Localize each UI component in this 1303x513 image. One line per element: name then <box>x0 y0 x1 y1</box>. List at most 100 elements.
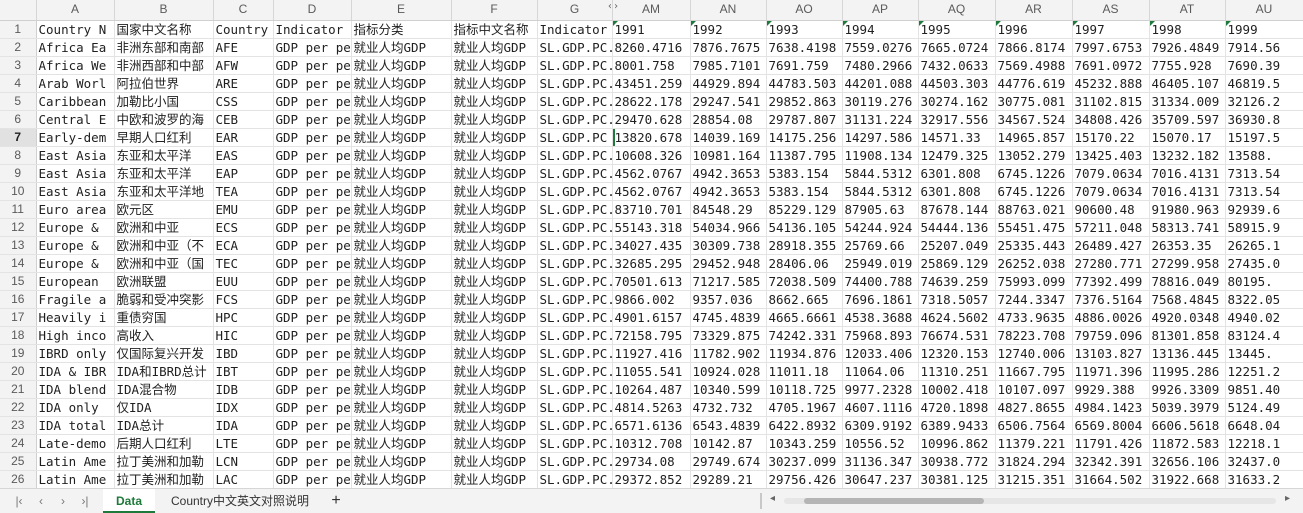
cell[interactable]: 29749.674 <box>690 452 767 471</box>
cell[interactable]: 6422.8932 <box>766 416 843 435</box>
cell[interactable]: GDP per pe <box>273 434 352 453</box>
cell[interactable]: 1993 <box>766 20 843 39</box>
cell[interactable]: EUU <box>213 272 274 291</box>
column-header[interactable]: AR <box>995 0 1073 21</box>
cell[interactable]: 7244.3347 <box>995 290 1073 309</box>
table-row[interactable]: 7 Early-dem 早期人口红利 EAR GDP per pe 就业人均GDP 就业人均… <box>0 128 1303 147</box>
cell[interactable]: GDP per pe <box>273 398 352 417</box>
cell[interactable]: IDA only <box>36 398 115 417</box>
cell[interactable]: Heavily i <box>36 308 115 327</box>
cell[interactable]: 7432.0633 <box>918 56 996 75</box>
cell[interactable]: LCN <box>213 452 274 471</box>
cell[interactable]: 就业人均GDP <box>351 92 452 111</box>
cell[interactable]: GDP per pe <box>273 380 352 399</box>
row-header[interactable]: 16 <box>0 290 37 309</box>
cell[interactable]: 57211.048 <box>1072 218 1150 237</box>
cell[interactable]: 11064.06 <box>842 362 919 381</box>
cell[interactable]: 就业人均GDP <box>451 344 538 363</box>
cell[interactable]: 就业人均GDP <box>451 308 538 327</box>
cell[interactable]: GDP per pe <box>273 290 352 309</box>
cell[interactable]: 14965.857 <box>995 128 1073 147</box>
cell[interactable]: 73329.875 <box>690 326 767 345</box>
cell[interactable]: 11908.134 <box>842 146 919 165</box>
cell[interactable]: 就业人均GDP <box>451 416 538 435</box>
cell[interactable]: 高收入 <box>114 326 214 345</box>
cell[interactable]: 58313.741 <box>1149 218 1226 237</box>
cell[interactable]: 25949.019 <box>842 254 919 273</box>
cell[interactable]: ECA <box>213 236 274 255</box>
cell[interactable]: East Asia <box>36 182 115 201</box>
cell[interactable]: 就业人均GDP <box>451 326 538 345</box>
cell[interactable]: 4562.0767 <box>612 164 691 183</box>
cell[interactable]: 92939.6 <box>1225 200 1303 219</box>
table-row[interactable]: 3 Africa We 非洲西部和中部 AFW GDP per pe 就业人均GDP 就业人… <box>0 56 1303 75</box>
cell[interactable]: European <box>36 272 115 291</box>
cell[interactable]: 77392.499 <box>1072 272 1150 291</box>
cell[interactable]: 34027.435 <box>612 236 691 255</box>
cell[interactable]: 6543.4839 <box>690 416 767 435</box>
cell[interactable]: 就业人均GDP <box>351 254 452 273</box>
cell[interactable]: 就业人均GDP <box>351 38 452 57</box>
row-header[interactable]: 8 <box>0 146 37 165</box>
cell[interactable]: East Asia <box>36 164 115 183</box>
cell[interactable]: 35709.597 <box>1149 110 1226 129</box>
cell[interactable]: GDP per pe <box>273 182 352 201</box>
cell[interactable]: 46819.5 <box>1225 74 1303 93</box>
cell[interactable]: 就业人均GDP <box>351 164 452 183</box>
cell[interactable]: 5124.49 <box>1225 398 1303 417</box>
cell[interactable]: 12740.006 <box>995 344 1073 363</box>
scrollbar-thumb[interactable] <box>804 498 984 504</box>
cell[interactable]: 10556.52 <box>842 434 919 453</box>
column-header[interactable]: AN <box>690 0 767 21</box>
column-header[interactable]: F <box>451 0 538 21</box>
cell[interactable]: 10264.487 <box>612 380 691 399</box>
cell[interactable]: 就业人均GDP <box>451 290 538 309</box>
cell[interactable]: 30119.276 <box>842 92 919 111</box>
cell[interactable]: 78223.708 <box>995 326 1073 345</box>
cell[interactable]: 7568.4845 <box>1149 290 1226 309</box>
cell[interactable]: 10924.028 <box>690 362 767 381</box>
cell[interactable]: 26265.1 <box>1225 236 1303 255</box>
cell[interactable]: 12033.406 <box>842 344 919 363</box>
cell[interactable]: 13232.182 <box>1149 146 1226 165</box>
cell[interactable]: 26353.35 <box>1149 236 1226 255</box>
cell[interactable]: 10608.326 <box>612 146 691 165</box>
cell[interactable]: 84548.29 <box>690 200 767 219</box>
cell[interactable]: 就业人均GDP <box>451 146 538 165</box>
table-row[interactable]: 11 Euro area 欧元区 EMU GDP per pe 就业人均GDP 就业人均GD… <box>0 200 1303 219</box>
cell[interactable]: 54244.924 <box>842 218 919 237</box>
cell[interactable]: 11995.286 <box>1149 362 1226 381</box>
cell[interactable]: IDA和IBRD总计 <box>114 362 214 381</box>
cell[interactable]: GDP per pe <box>273 56 352 75</box>
cell[interactable]: FCS <box>213 290 274 309</box>
cell[interactable]: SL.GDP.PC. <box>537 110 613 129</box>
cell[interactable]: 7696.1861 <box>842 290 919 309</box>
cell[interactable]: 75993.099 <box>995 272 1073 291</box>
table-row[interactable]: 17 Heavily i 重债穷国 HPC GDP per pe 就业人均GDP 就业人均G… <box>0 308 1303 327</box>
cell[interactable]: 国家中文名称 <box>114 20 214 39</box>
cell[interactable]: 8322.05 <box>1225 290 1303 309</box>
cell[interactable]: 36930.8 <box>1225 110 1303 129</box>
column-header[interactable]: AT <box>1149 0 1226 21</box>
cell[interactable]: IDA total <box>36 416 115 435</box>
cell[interactable]: Indicator <box>537 20 613 39</box>
cell[interactable]: 就业人均GDP <box>351 452 452 471</box>
cell[interactable]: SL.GDP.PC. <box>537 434 613 453</box>
cell[interactable]: GDP per pe <box>273 326 352 345</box>
cell[interactable]: 9977.2328 <box>842 380 919 399</box>
cell[interactable]: 13588. <box>1225 146 1303 165</box>
cell[interactable]: 7914.56 <box>1225 38 1303 57</box>
cell[interactable]: SL.GDP.PC. <box>537 218 613 237</box>
cell[interactable]: 55451.475 <box>995 218 1073 237</box>
cell[interactable]: 就业人均GDP <box>451 362 538 381</box>
cell[interactable]: 6506.7564 <box>995 416 1073 435</box>
row-header[interactable]: 12 <box>0 218 37 237</box>
cell[interactable]: 仅IDA <box>114 398 214 417</box>
cell[interactable]: 29289.21 <box>690 470 767 488</box>
tab-country-mapping[interactable]: Country中文英文对照说明 <box>160 489 320 513</box>
cell[interactable]: 34567.524 <box>995 110 1073 129</box>
table-row[interactable]: 13 Europe & 欧洲和中亚（不 ECA GDP per pe 就业人均GDP 就业人… <box>0 236 1303 255</box>
cell[interactable]: 6389.9433 <box>918 416 996 435</box>
cell[interactable]: 6745.1226 <box>995 164 1073 183</box>
cell[interactable]: 12479.325 <box>918 146 996 165</box>
